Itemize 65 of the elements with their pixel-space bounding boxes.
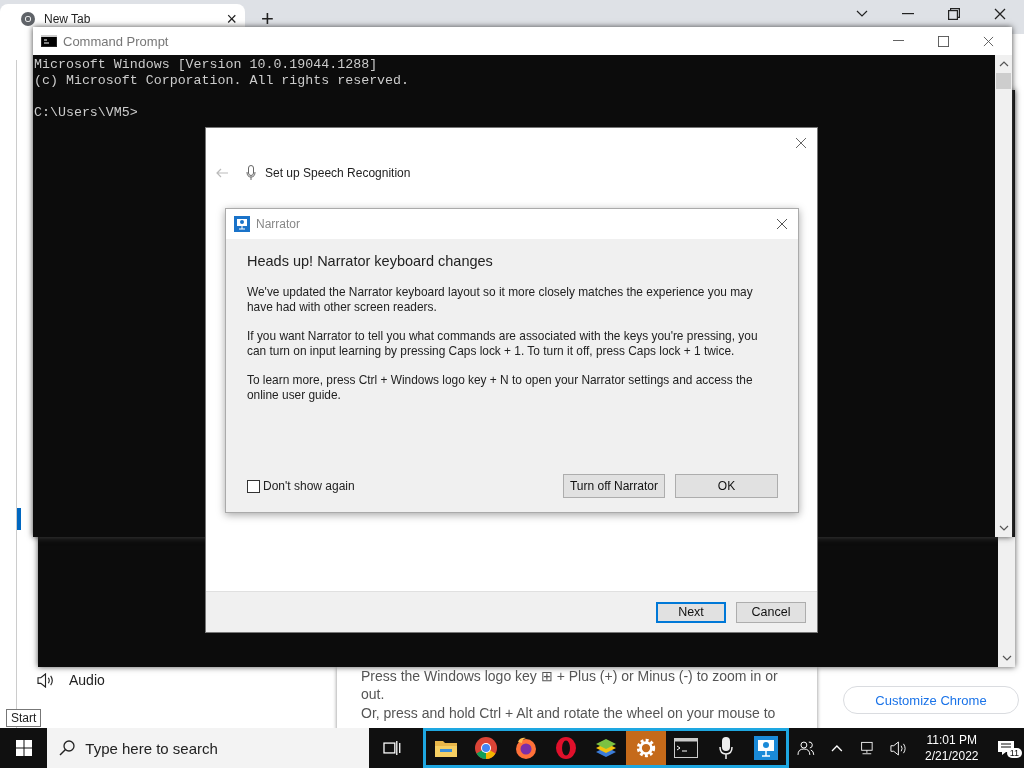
opera-icon xyxy=(554,736,579,760)
tab-close-button[interactable]: × xyxy=(226,10,237,28)
search-field[interactable]: Type here to search xyxy=(47,728,370,768)
clock-date[interactable]: 2/21/2022 xyxy=(925,748,979,764)
scroll-down-icon[interactable] xyxy=(1001,655,1012,661)
chrome-icon xyxy=(474,736,499,760)
scroll-down-icon[interactable] xyxy=(998,525,1009,531)
selection-indicator xyxy=(17,508,21,530)
close-icon[interactable] xyxy=(795,137,807,149)
help-text: Or, press and hold Ctrl + Alt and rotate the wheel on your mouse to xyxy=(361,704,777,722)
close-icon[interactable] xyxy=(983,35,994,47)
maximize-icon[interactable] xyxy=(938,35,949,47)
chevron-up-icon[interactable] xyxy=(830,744,843,752)
scroll-thumb[interactable] xyxy=(996,73,1011,89)
scrollbar[interactable] xyxy=(995,55,1012,537)
dialog-text: To learn more, press Ctrl + Windows logo key + N to open your Narrator settings and access the online user guide. xyxy=(247,373,754,403)
tab-title: New Tab xyxy=(44,12,92,26)
close-icon[interactable] xyxy=(776,218,788,230)
scrollbar[interactable] xyxy=(998,537,1015,667)
checkbox-label[interactable]: Don't show again xyxy=(263,479,355,493)
new-tab-button[interactable]: + xyxy=(261,8,274,30)
speaker-icon[interactable] xyxy=(890,740,908,756)
speaker-icon xyxy=(37,672,54,688)
console-prompt: C:\Users\VM5> xyxy=(34,105,139,121)
dialog-heading: Heads up! Narrator keyboard changes xyxy=(247,253,494,269)
windows-icon xyxy=(15,740,32,756)
dropdown-icon[interactable] xyxy=(856,10,868,18)
dialog-button[interactable]: Turn off Narrator xyxy=(562,474,665,498)
clock-time[interactable]: 11:01 PM xyxy=(926,732,978,748)
close-icon[interactable] xyxy=(994,8,1006,20)
window-title: Command Prompt xyxy=(63,33,169,49)
notification-badge: 11 xyxy=(1006,748,1022,758)
narrator-icon xyxy=(234,216,250,232)
customize-button[interactable]: Customize Chrome xyxy=(843,686,1019,714)
chrome-icon xyxy=(20,11,36,27)
dialog-button[interactable]: Next xyxy=(656,601,726,623)
firefox-icon xyxy=(514,736,539,760)
checkbox[interactable] xyxy=(247,479,260,493)
narrator-icon xyxy=(754,736,779,760)
dialog-button[interactable]: OK xyxy=(675,474,778,498)
microphone-icon xyxy=(246,165,256,181)
window-title: Narrator xyxy=(256,217,300,231)
minimize-icon[interactable] xyxy=(902,13,914,15)
console-line: (c) Microsoft Corporation. All rights reserved. xyxy=(34,73,411,89)
scroll-up-icon[interactable] xyxy=(998,61,1009,67)
taskbar-app[interactable] xyxy=(626,731,667,765)
wizard-title: Set up Speech Recognition xyxy=(265,166,411,180)
help-text: Press the Windows logo key ⊞ + Plus (+) or Minus (-) to zoom in or out. xyxy=(361,667,779,703)
restore-icon[interactable] xyxy=(948,8,960,20)
dialog-button[interactable]: Cancel xyxy=(736,601,806,623)
gear-icon xyxy=(635,737,658,759)
dialog-text: If you want Narrator to tell you what commands are associated with the keys you're pressing, you can turn on input learning by pressing Caps lock + 1. To turn it off, press Caps lock + 1 twice. xyxy=(247,329,759,359)
dialog-text: We've updated the Narrator keyboard layout so it more closely matches the experience you may have had with other screen readers. xyxy=(247,285,754,315)
console-line: Microsoft Windows [Version 10.0.19044.1288] xyxy=(34,57,379,73)
minimize-icon[interactable] xyxy=(893,40,904,42)
task-view-icon[interactable] xyxy=(383,740,402,756)
folder-icon xyxy=(434,738,459,758)
microphone-icon xyxy=(719,736,734,760)
tooltip: Start xyxy=(6,709,42,727)
console-icon xyxy=(41,35,57,47)
network-icon[interactable] xyxy=(858,740,875,756)
console-icon xyxy=(674,738,699,758)
people-icon[interactable] xyxy=(797,740,815,756)
nav-item[interactable]: Audio xyxy=(33,670,109,690)
search-icon xyxy=(59,740,76,756)
